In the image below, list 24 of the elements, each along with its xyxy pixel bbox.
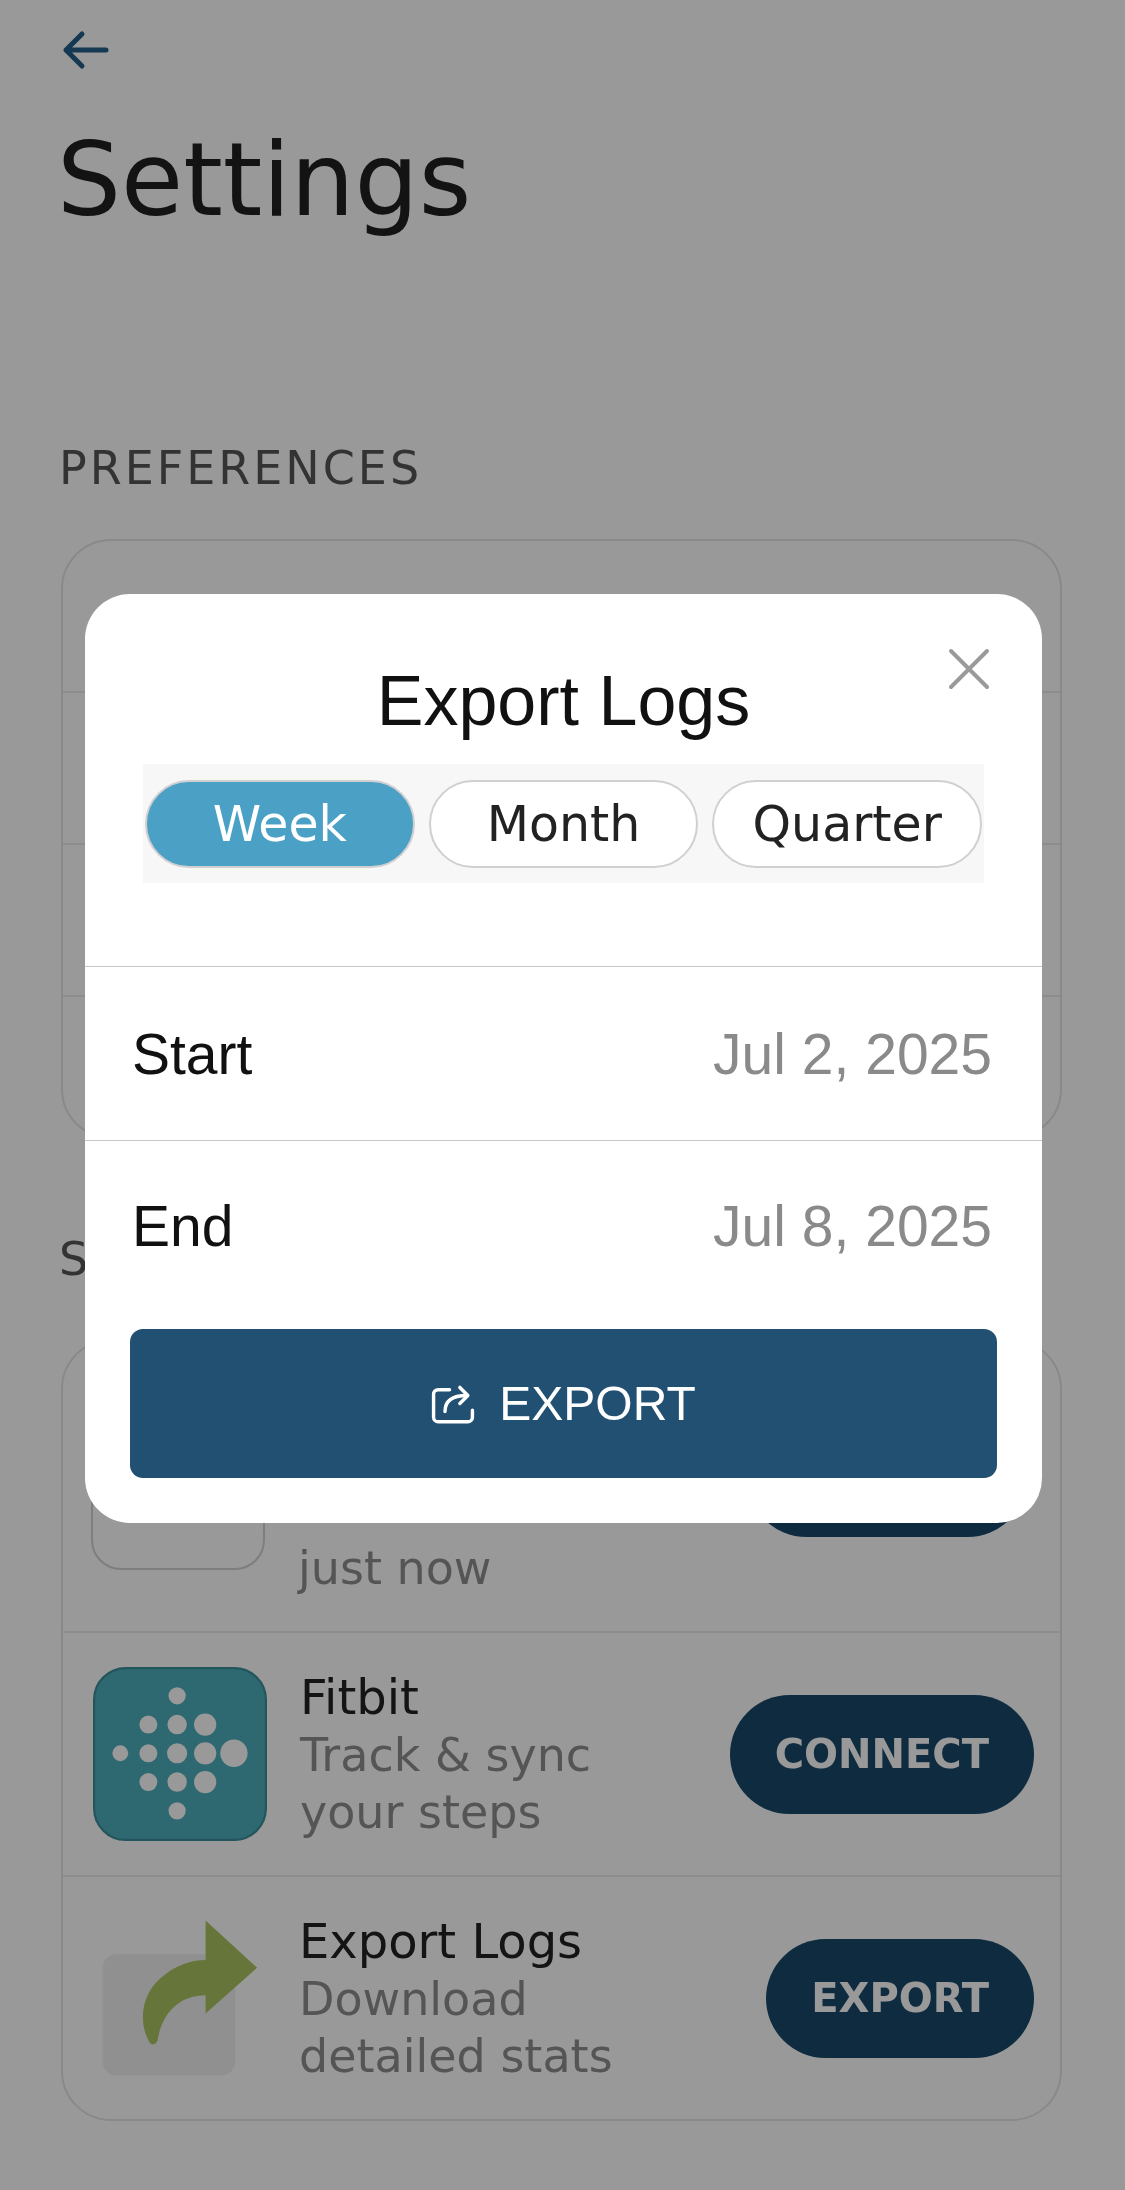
period-tab[interactable]: Week: [145, 780, 415, 868]
curved-arrow-icon: [101, 1919, 258, 2077]
row-title: Fitbit: [300, 1668, 420, 1727]
close-icon[interactable]: [948, 648, 990, 690]
row-description: Download detailed stats: [299, 1971, 614, 2085]
period-tab[interactable]: Month: [428, 780, 699, 868]
action-button[interactable]: CONNECT: [729, 1694, 1034, 1814]
share-icon: [431, 1383, 476, 1424]
date-label: End: [132, 1193, 234, 1259]
page-title: Settings: [57, 121, 472, 239]
date-value[interactable]: Jul 2, 2025: [713, 1020, 992, 1087]
period-tab[interactable]: Quarter: [712, 780, 982, 868]
row-description: just now: [298, 1540, 493, 1597]
export-button[interactable]: EXPORT: [130, 1329, 997, 1478]
row-description: Track & sync your steps: [300, 1727, 593, 1841]
row-title: Export Logs: [299, 1912, 584, 1971]
action-button[interactable]: EXPORT: [766, 1938, 1034, 2058]
section-heading: S: [59, 1231, 92, 1287]
date-value[interactable]: Jul 8, 2025: [713, 1193, 992, 1259]
date-label: Start: [132, 1020, 253, 1087]
dialog-title: Export Logs: [376, 661, 751, 741]
back-arrow-icon[interactable]: [61, 30, 109, 70]
dots-tile-icon: [93, 1667, 267, 1841]
section-heading: PREFERENCES: [59, 440, 423, 496]
